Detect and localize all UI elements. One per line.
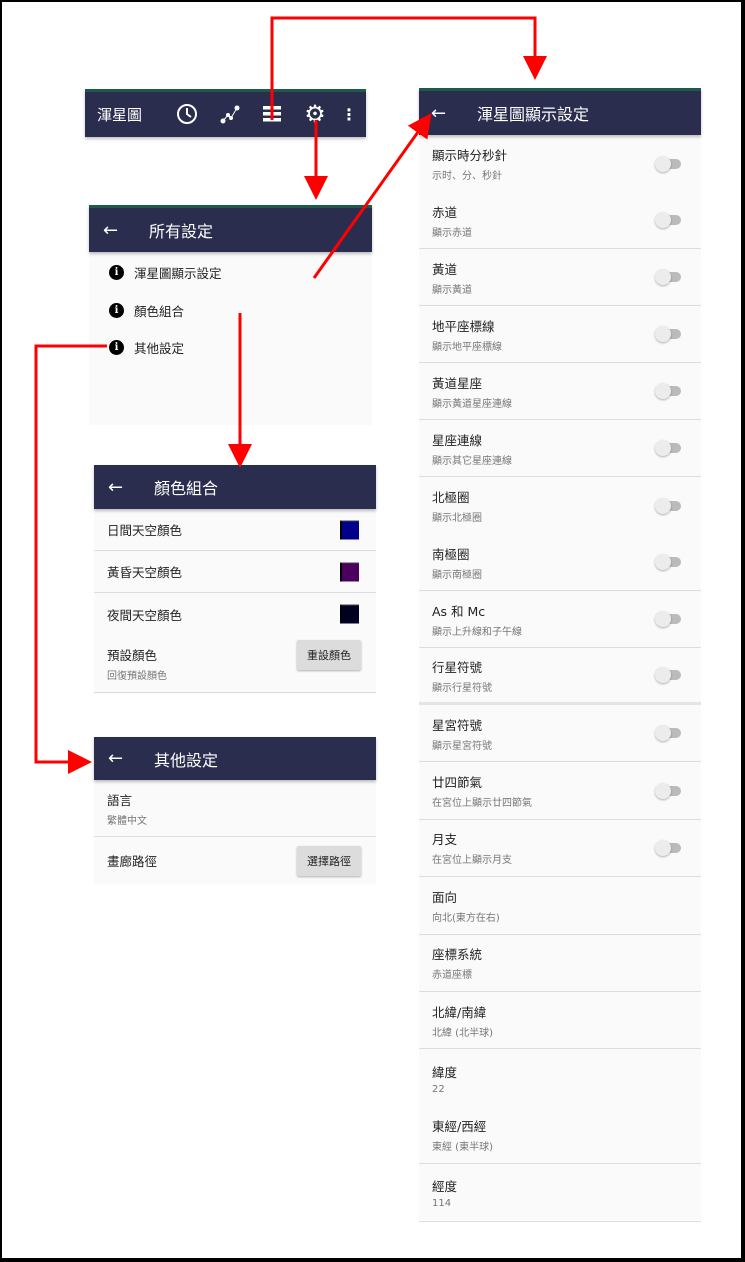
arrow-item-to-other [34,344,107,774]
arrow-item-to-display [312,113,432,279]
arrow-list-to-display [270,16,547,120]
flow-arrows [34,16,547,774]
